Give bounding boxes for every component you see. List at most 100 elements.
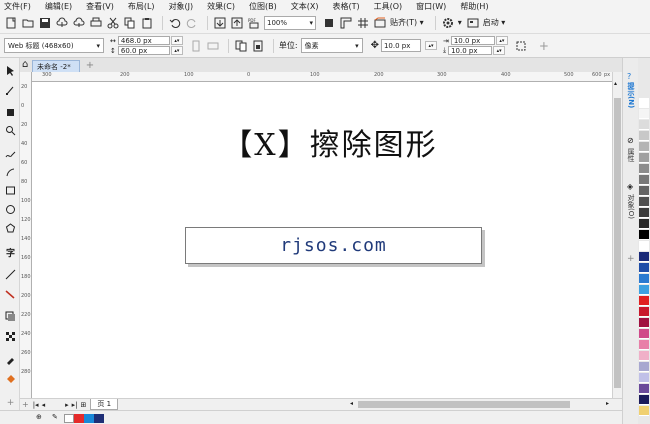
transparency-icon[interactable] bbox=[4, 330, 17, 343]
prev-page-icon[interactable]: ◂ bbox=[42, 401, 46, 409]
width-stepper[interactable]: ▴▾ bbox=[170, 36, 183, 45]
palette-swatch[interactable] bbox=[639, 142, 649, 152]
menu-item[interactable]: 工具(O) bbox=[374, 1, 403, 12]
palette-swatch[interactable] bbox=[639, 208, 649, 218]
menu-item[interactable]: 查看(V) bbox=[86, 1, 114, 12]
first-page-icon[interactable]: |◂ bbox=[33, 401, 39, 409]
eyedropper-icon[interactable] bbox=[4, 353, 17, 366]
add-tool-icon[interactable]: + bbox=[4, 396, 17, 409]
page-height-field[interactable]: 60.0 px bbox=[117, 46, 170, 55]
dup-y-field[interactable]: 10.0 px bbox=[448, 46, 493, 55]
palette-swatch[interactable] bbox=[639, 318, 649, 328]
fill-color-red-swatch[interactable] bbox=[74, 414, 84, 423]
interactive-fill-icon[interactable] bbox=[4, 372, 17, 385]
vertical-ruler[interactable]: 20 0 20 40 60 80 100 120 140 160 180 200 220 240 260 28… bbox=[20, 72, 32, 398]
canvas-title-text[interactable]: 【X】擦除图形 bbox=[210, 120, 450, 164]
cloud-upload-icon[interactable] bbox=[55, 16, 69, 30]
palette-swatch[interactable] bbox=[639, 351, 649, 361]
export-pdf-icon[interactable]: PDF bbox=[247, 16, 261, 30]
palette-swatch[interactable] bbox=[639, 109, 649, 119]
palette-swatch[interactable] bbox=[639, 285, 649, 295]
artistic-media-icon[interactable] bbox=[4, 166, 17, 179]
menu-item[interactable]: 对象(J) bbox=[169, 1, 194, 12]
menu-item[interactable]: 帮助(H) bbox=[460, 1, 488, 12]
page-counter-icon[interactable]: ▸ bbox=[65, 401, 69, 409]
palette-swatch[interactable] bbox=[639, 98, 649, 108]
paste-icon[interactable] bbox=[140, 16, 154, 30]
zoom-tool-icon[interactable] bbox=[4, 124, 17, 137]
dup-y-stepper[interactable]: ▴▾ bbox=[493, 46, 506, 55]
redo-icon[interactable] bbox=[185, 16, 199, 30]
portrait-icon[interactable] bbox=[189, 39, 203, 53]
palette-swatch[interactable] bbox=[639, 406, 649, 416]
drop-shadow-icon[interactable] bbox=[4, 310, 17, 323]
palette-swatch[interactable] bbox=[639, 307, 649, 317]
dup-x-stepper[interactable]: ▴▾ bbox=[495, 36, 508, 45]
full-screen-icon[interactable] bbox=[322, 16, 336, 30]
add-page-icon[interactable]: + bbox=[22, 400, 29, 409]
web-banner-page[interactable]: rjsos.com bbox=[185, 227, 482, 264]
scroll-right-icon[interactable]: ▸ bbox=[606, 400, 609, 407]
doc-info-icon[interactable]: ⊕ bbox=[36, 413, 42, 421]
menu-item[interactable]: 位图(B) bbox=[249, 1, 277, 12]
objects-tab[interactable]: 对象(O) bbox=[626, 194, 636, 219]
palette-swatch[interactable] bbox=[639, 373, 649, 383]
undo-icon[interactable] bbox=[168, 16, 182, 30]
menu-item[interactable]: 文件(F) bbox=[4, 1, 31, 12]
print-icon[interactable] bbox=[89, 16, 103, 30]
outline-color-navy-swatch[interactable] bbox=[94, 414, 104, 423]
hints-icon[interactable]: ? bbox=[627, 72, 631, 81]
parallel-dimension-icon[interactable] bbox=[4, 268, 17, 281]
page-add-end-icon[interactable]: ⊞ bbox=[80, 401, 86, 409]
menu-item[interactable]: 窗口(W) bbox=[416, 1, 446, 12]
new-document-icon[interactable] bbox=[4, 16, 18, 30]
export-icon[interactable] bbox=[230, 16, 244, 30]
horizontal-ruler[interactable]: 300 200 100 0 100 200 300 400 500 600 px bbox=[32, 72, 612, 82]
vertical-scrollbar[interactable]: ▴ bbox=[612, 72, 622, 398]
add-icon[interactable]: + bbox=[537, 39, 551, 53]
banner-url-text[interactable]: rjsos.com bbox=[280, 235, 387, 256]
new-tab-icon[interactable]: + bbox=[86, 60, 94, 71]
nudge-distance-field[interactable]: 10.0 px bbox=[380, 39, 421, 52]
freehand-tool-icon[interactable] bbox=[4, 148, 17, 161]
gear-dropdown-icon[interactable]: ▾ bbox=[458, 18, 462, 27]
pick-tool-icon[interactable] bbox=[4, 64, 17, 77]
launch-dropdown[interactable]: 启动 ▾ bbox=[483, 17, 506, 28]
ellipse-tool-icon[interactable] bbox=[4, 203, 17, 216]
import-icon[interactable] bbox=[213, 16, 227, 30]
horizontal-scroll-thumb[interactable] bbox=[358, 401, 570, 408]
launch-app-icon[interactable] bbox=[466, 16, 480, 30]
shape-tool-icon[interactable] bbox=[4, 84, 17, 97]
palette-swatch[interactable] bbox=[639, 153, 649, 163]
palette-swatch[interactable] bbox=[639, 230, 649, 240]
document-tab[interactable]: 未命名 -2* bbox=[32, 60, 80, 72]
palette-swatch[interactable] bbox=[639, 241, 649, 251]
dup-x-field[interactable]: 10.0 px bbox=[450, 36, 495, 45]
grid-icon[interactable] bbox=[356, 16, 370, 30]
palette-swatch[interactable] bbox=[639, 395, 649, 405]
snap-icon[interactable] bbox=[373, 16, 387, 30]
palette-swatch[interactable] bbox=[639, 120, 649, 130]
palette-swatch[interactable] bbox=[639, 164, 649, 174]
menu-item[interactable]: 文本(X) bbox=[291, 1, 319, 12]
fill-eyedropper-icon[interactable]: ✎ bbox=[52, 413, 58, 421]
page-frame-icon[interactable] bbox=[514, 39, 528, 53]
save-icon[interactable] bbox=[38, 16, 52, 30]
height-stepper[interactable]: ▴▾ bbox=[170, 46, 183, 55]
palette-swatch[interactable] bbox=[639, 252, 649, 262]
copy-icon[interactable] bbox=[123, 16, 137, 30]
text-tool-icon[interactable]: 字 bbox=[4, 246, 17, 259]
palette-swatch[interactable] bbox=[639, 274, 649, 284]
palette-swatch[interactable] bbox=[639, 362, 649, 372]
palette-swatch[interactable] bbox=[639, 296, 649, 306]
cut-icon[interactable] bbox=[106, 16, 120, 30]
palette-swatch[interactable] bbox=[639, 219, 649, 229]
rectangle-tool-icon[interactable] bbox=[4, 184, 17, 197]
no-fill-swatch[interactable] bbox=[64, 414, 74, 423]
page-preset-select[interactable]: Web 标题 (468x60) ▾ bbox=[4, 38, 104, 53]
drawing-canvas[interactable]: 【X】擦除图形 rjsos.com bbox=[32, 82, 612, 398]
current-page-icon[interactable] bbox=[251, 39, 265, 53]
menu-item[interactable]: 布局(L) bbox=[128, 1, 155, 12]
zoom-level-select[interactable]: 100% ▾ bbox=[264, 15, 316, 30]
landscape-icon[interactable] bbox=[206, 39, 220, 53]
